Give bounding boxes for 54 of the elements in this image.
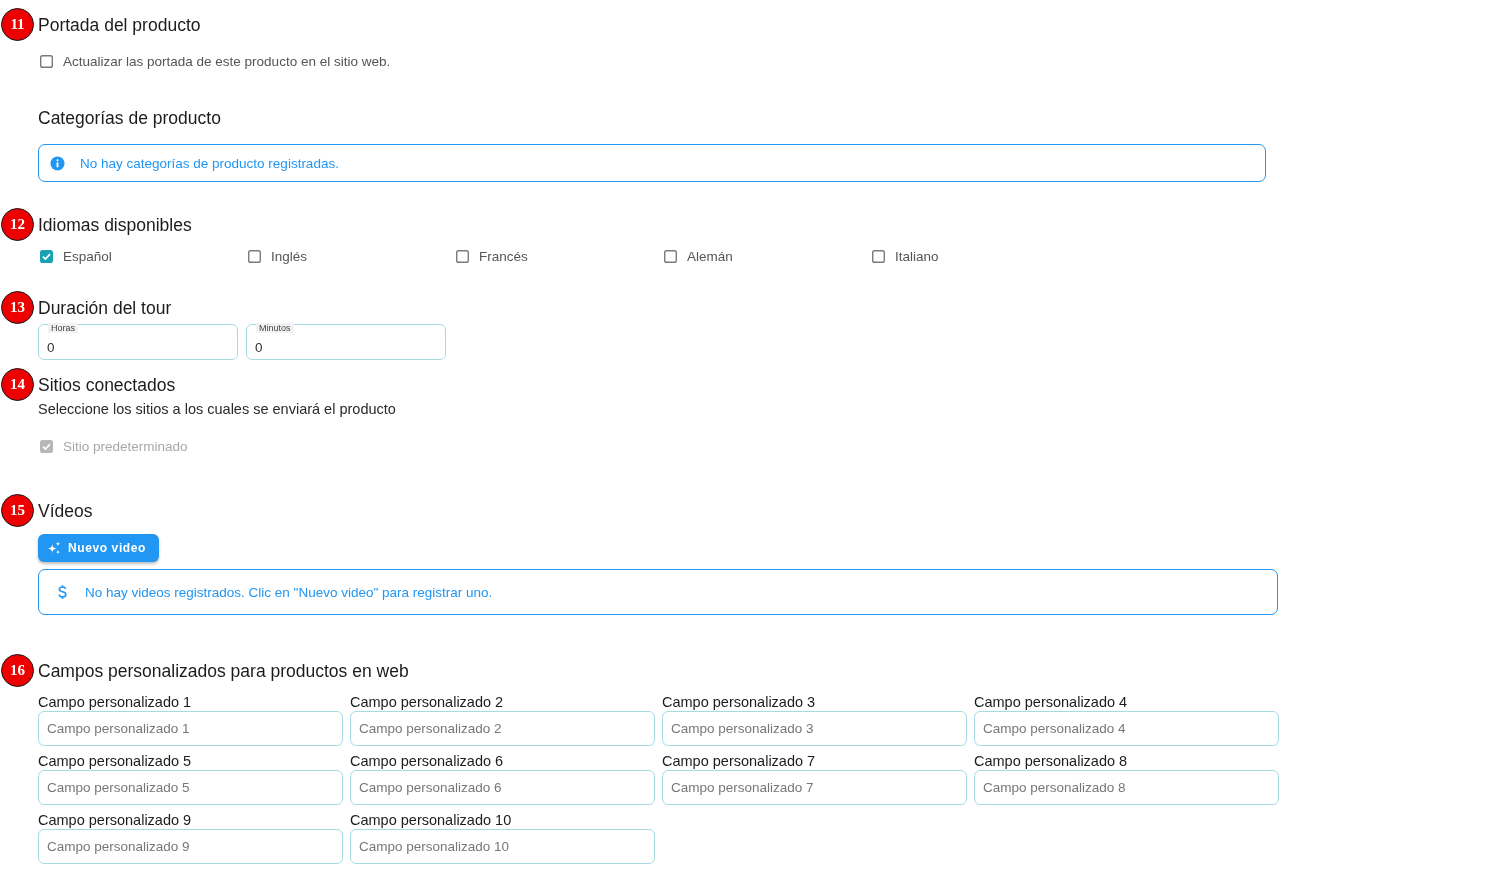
section-title: Categorías de producto: [38, 107, 221, 130]
text-field[interactable]: Campo personalizado 10: [350, 829, 655, 864]
section-title: Vídeos: [38, 500, 93, 523]
text-field[interactable]: Campo personalizado 6: [350, 770, 655, 805]
field-label: Campo personalizado 6: [350, 752, 504, 770]
info-icon: [50, 155, 65, 171]
field-label: Campo personalizado 3: [662, 693, 816, 711]
alert-message: No hay videos registrados. Clic en "Nuevo video" para registrar uno.: [85, 584, 493, 600]
section-title: Portada del producto: [38, 14, 201, 37]
alert-message: No hay categorías de producto registradas.: [80, 155, 339, 171]
step-marker: 16: [1, 654, 34, 687]
checkbox[interactable]: [40, 249, 53, 263]
checkbox-label: Actualizar las portada de este producto en el sitio web.: [63, 53, 391, 69]
field-label: Campo personalizado 8: [974, 752, 1128, 770]
sparkle-icon: [47, 541, 61, 555]
text-field[interactable]: Campo personalizado 4: [974, 711, 1279, 746]
checkbox[interactable]: [664, 249, 677, 263]
checkbox[interactable]: [40, 54, 53, 68]
step-marker: 12: [1, 208, 34, 241]
dollar-icon: [57, 584, 68, 600]
text-field[interactable]: Campo personalizado 7: [662, 770, 967, 805]
section-title: Campos personalizados para productos en web: [38, 660, 409, 683]
step-marker: 13: [1, 291, 34, 324]
text-field[interactable]: Campo personalizado 8: [974, 770, 1279, 805]
field-label: Horas: [48, 323, 78, 333]
checkbox-label: Español: [63, 248, 112, 264]
text-field[interactable]: Campo personalizado 2: [350, 711, 655, 746]
checkbox[interactable]: [456, 249, 469, 263]
section-description: Seleccione los sitios a los cuales se enviará el producto: [38, 400, 396, 419]
checkbox[interactable]: [872, 249, 885, 263]
field-label: Campo personalizado 1: [38, 693, 192, 711]
checkbox-label: Francés: [479, 248, 528, 264]
field-label: Campo personalizado 7: [662, 752, 816, 770]
step-marker: 11: [1, 8, 34, 41]
section-title: Idiomas disponibles: [38, 214, 192, 237]
checkbox[interactable]: [248, 249, 261, 263]
section-title: Sitios conectados: [38, 374, 176, 397]
checkbox-label: Alemán: [687, 248, 733, 264]
field-label: Campo personalizado 5: [38, 752, 192, 770]
step-marker: 15: [1, 494, 34, 527]
checkbox-label: Inglés: [271, 248, 308, 264]
field-label: Campo personalizado 9: [38, 811, 192, 829]
text-field[interactable]: Campo personalizado 5: [38, 770, 343, 805]
field-label: Campo personalizado 4: [974, 693, 1128, 711]
field-label: Minutos: [256, 323, 294, 333]
text-field[interactable]: Campo personalizado 1: [38, 711, 343, 746]
checkbox-label: Italiano: [895, 248, 939, 264]
step-marker: 14: [1, 368, 34, 401]
section-title: Duración del tour: [38, 297, 172, 320]
text-field[interactable]: Campo personalizado 3: [662, 711, 967, 746]
field-label: Campo personalizado 10: [350, 811, 512, 829]
text-field[interactable]: Campo personalizado 9: [38, 829, 343, 864]
checkbox-label: Sitio predeterminado: [63, 438, 188, 454]
field-label: Campo personalizado 2: [350, 693, 504, 711]
